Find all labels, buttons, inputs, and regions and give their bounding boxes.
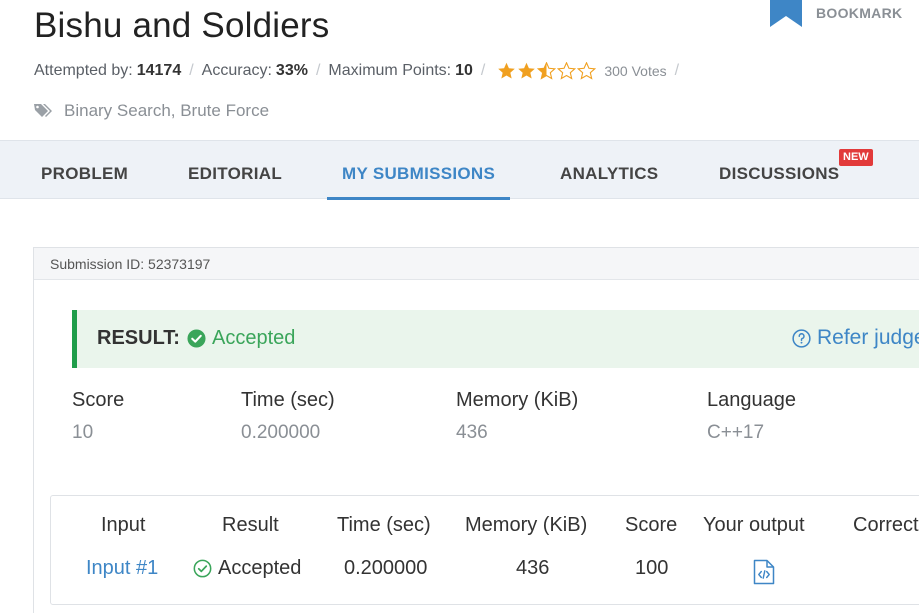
result-label: RESULT: [97,327,180,349]
testcase-input-link[interactable]: Input #1 [86,557,158,580]
stat-value: C++17 [707,422,765,443]
tab-editorial[interactable]: EDITORIAL [188,141,282,199]
refer-judge-text[interactable]: Refer judge [817,326,919,350]
bookmark-label: BOOKMARK [816,5,903,21]
testcase-memory: 436 [516,557,550,579]
column-header-memory: Memory (KiB) [465,514,588,536]
column-header-score: Score [625,514,678,536]
meta-separator: / [674,62,680,79]
submission-card: Submission ID: 52373197 RESULT: Accepted… [33,247,919,613]
stat-header: Time (sec) [241,389,335,411]
problem-meta: Attempted by: 14174 / Accuracy: 33% / Ma… [34,62,687,80]
stat-memory: Memory (KiB) 436 [456,389,578,444]
bookmark-button[interactable]: BOOKMARK [770,0,902,27]
star-empty-icon[interactable] [577,62,597,80]
attempted-value: 14174 [136,62,182,79]
tags-icon [34,104,52,117]
testcase-time: 0.200000 [344,557,428,579]
stat-header: Memory (KiB) [456,389,579,411]
column-header-result: Result [222,514,279,536]
new-badge: NEW [839,149,873,166]
star-full-icon[interactable] [517,62,536,80]
result-status-text: Accepted [212,327,296,349]
stat-language: Language C++17 [707,389,796,444]
help-circle-icon [792,328,811,348]
testcase-score: 100 [635,557,669,579]
accuracy-value: 33% [275,62,308,79]
column-header-input: Input [101,514,146,536]
stat-value: 0.200000 [241,422,321,443]
tab-analytics[interactable]: ANALYTICS [560,141,658,199]
meta-separator: / [315,62,321,79]
tags-text[interactable]: Binary Search, Brute Force [64,101,269,121]
stat-value: 436 [456,422,488,443]
votes-count: 300 Votes [604,63,667,79]
bookmark-icon [770,0,802,27]
testcase-table: Input Result Time (sec) Memory (KiB) Sco… [50,495,919,605]
check-circle-outline-icon [193,559,212,578]
tab-my-submissions[interactable]: MY SUBMISSIONS [326,141,511,200]
submission-id: Submission ID: 52373197 [34,248,919,280]
stat-time: Time (sec) 0.200000 [241,389,335,444]
attempted-label: Attempted by: [34,62,133,79]
column-header-time: Time (sec) [337,514,431,536]
result-banner: RESULT: Accepted Refer judge [72,310,919,368]
tab-discussions[interactable]: DISCUSSIONS [719,141,839,199]
accuracy-label: Accuracy: [201,62,272,79]
star-empty-icon[interactable] [557,62,577,80]
stat-value: 10 [72,422,94,443]
refer-judge-link[interactable]: Refer judge [792,326,919,350]
problem-tags: Binary Search, Brute Force [34,101,269,121]
column-header-correct-output: Correct [853,514,919,536]
problem-tabs: PROBLEM EDITORIAL MY SUBMISSIONS ANALYTI… [0,140,919,200]
star-full-icon[interactable] [497,62,516,80]
stat-header: Language [707,389,796,411]
meta-separator: / [480,62,486,79]
column-header-your-output: Your output [703,514,805,536]
rating-stars[interactable] [497,62,597,80]
stat-score: Score 10 [72,389,124,444]
testcase-result: Accepted [193,557,301,580]
star-half-icon[interactable] [537,62,557,80]
meta-separator: / [189,62,194,79]
tab-problem[interactable]: PROBLEM [41,141,128,199]
max-points-value: 10 [455,62,473,79]
page-title: Bishu and Soldiers [34,6,330,45]
check-circle-icon [187,329,206,348]
max-points-label: Maximum Points: [328,62,452,79]
testcase-result-text: Accepted [218,557,302,579]
result-status: Accepted [187,327,295,350]
code-file-icon[interactable] [753,559,775,585]
stat-header: Score [72,389,125,411]
